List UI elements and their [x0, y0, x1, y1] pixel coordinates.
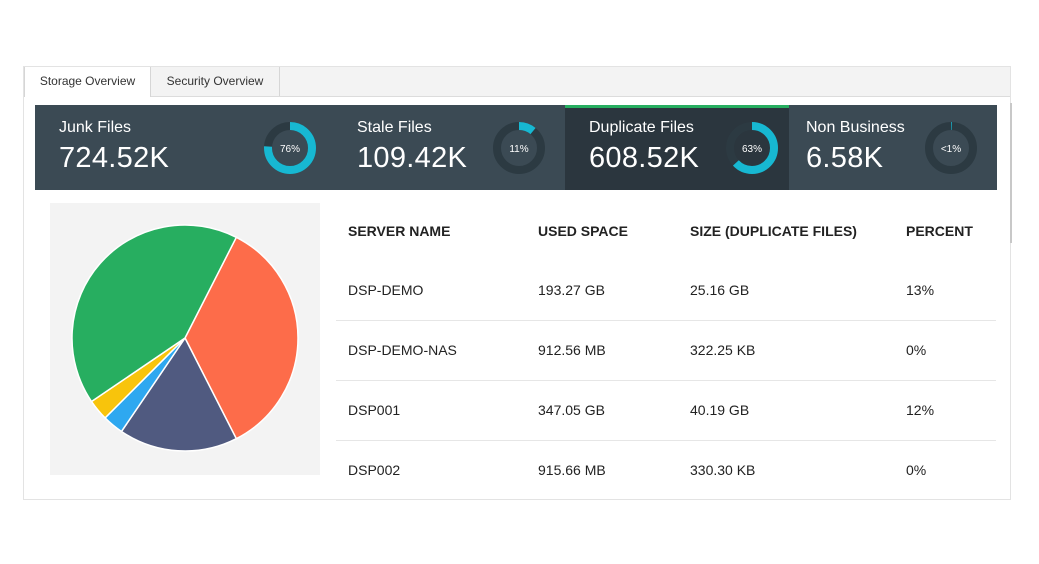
- card-duplicate-files[interactable]: Duplicate Files 608.52K 63%: [565, 105, 789, 190]
- cell-percent: 13%: [906, 282, 935, 298]
- card-donut-icon: <1%: [925, 122, 977, 174]
- tab-storage-overview[interactable]: Storage Overview: [24, 67, 151, 97]
- table-header: SERVER NAME USED SPACE SIZE (DUPLICATE F…: [336, 205, 996, 261]
- cell-percent: 0%: [906, 462, 927, 478]
- cell-size: 330.30 KB: [690, 462, 756, 478]
- cell-used-space: 193.27 GB: [538, 282, 605, 298]
- card-title: Stale Files: [357, 119, 432, 136]
- cell-used-space: 912.56 MB: [538, 342, 606, 358]
- card-percent: <1%: [941, 144, 961, 155]
- scrollbar[interactable]: [1010, 103, 1012, 243]
- card-percent: 63%: [742, 144, 762, 155]
- card-title: Non Business: [806, 119, 905, 136]
- table-row[interactable]: DSP001 347.05 GB 40.19 GB 12%: [336, 381, 996, 441]
- tab-bar: Storage Overview Security Overview: [24, 67, 1010, 97]
- cell-size: 40.19 GB: [690, 402, 750, 418]
- card-donut-icon: 63%: [726, 122, 778, 174]
- header-size-duplicate-files[interactable]: SIZE (DUPLICATE FILES): [690, 205, 857, 257]
- card-percent: 11%: [509, 144, 528, 155]
- table-row[interactable]: DSP-DEMO-NAS 912.56 MB 322.25 KB 0%: [336, 321, 996, 381]
- storage-panel: Storage Overview Security Overview Junk …: [23, 66, 1011, 500]
- header-server-name[interactable]: SERVER NAME: [348, 205, 450, 257]
- card-junk-files[interactable]: Junk Files 724.52K 76%: [35, 105, 333, 190]
- summary-cards: Junk Files 724.52K 76% Stale Files 109.4…: [35, 105, 997, 190]
- cell-used-space: 347.05 GB: [538, 402, 605, 418]
- cell-percent: 0%: [906, 342, 927, 358]
- card-value: 109.42K: [357, 142, 468, 174]
- card-donut-icon: 11%: [493, 122, 545, 174]
- table-row[interactable]: DSP002 915.66 MB 330.30 KB 0%: [336, 441, 996, 500]
- card-donut-icon: 76%: [264, 122, 316, 174]
- header-used-space[interactable]: USED SPACE: [538, 205, 628, 257]
- tab-security-overview[interactable]: Security Overview: [151, 67, 280, 96]
- cell-used-space: 915.66 MB: [538, 462, 606, 478]
- card-stale-files[interactable]: Stale Files 109.42K 11%: [333, 105, 565, 190]
- card-title: Junk Files: [59, 119, 132, 136]
- cell-server-name: DSP-DEMO-NAS: [348, 342, 457, 358]
- pie-chart: [71, 224, 299, 452]
- card-percent: 76%: [280, 144, 300, 155]
- card-value: 608.52K: [589, 142, 700, 174]
- card-value: 724.52K: [59, 142, 170, 174]
- cell-server-name: DSP001: [348, 402, 401, 418]
- card-non-business[interactable]: Non Business 6.58K <1%: [789, 105, 997, 190]
- cell-server-name: DSP-DEMO: [348, 282, 424, 298]
- cell-size: 25.16 GB: [690, 282, 750, 298]
- header-percent[interactable]: PERCENT: [906, 205, 973, 257]
- server-table: SERVER NAME USED SPACE SIZE (DUPLICATE F…: [336, 205, 996, 500]
- cell-percent: 12%: [906, 402, 935, 418]
- card-value: 6.58K: [806, 142, 884, 174]
- table-row[interactable]: DSP-DEMO 193.27 GB 25.16 GB 13%: [336, 261, 996, 321]
- card-title: Duplicate Files: [589, 119, 694, 136]
- cell-size: 322.25 KB: [690, 342, 756, 358]
- pie-chart-container: [50, 203, 320, 475]
- cell-server-name: DSP002: [348, 462, 401, 478]
